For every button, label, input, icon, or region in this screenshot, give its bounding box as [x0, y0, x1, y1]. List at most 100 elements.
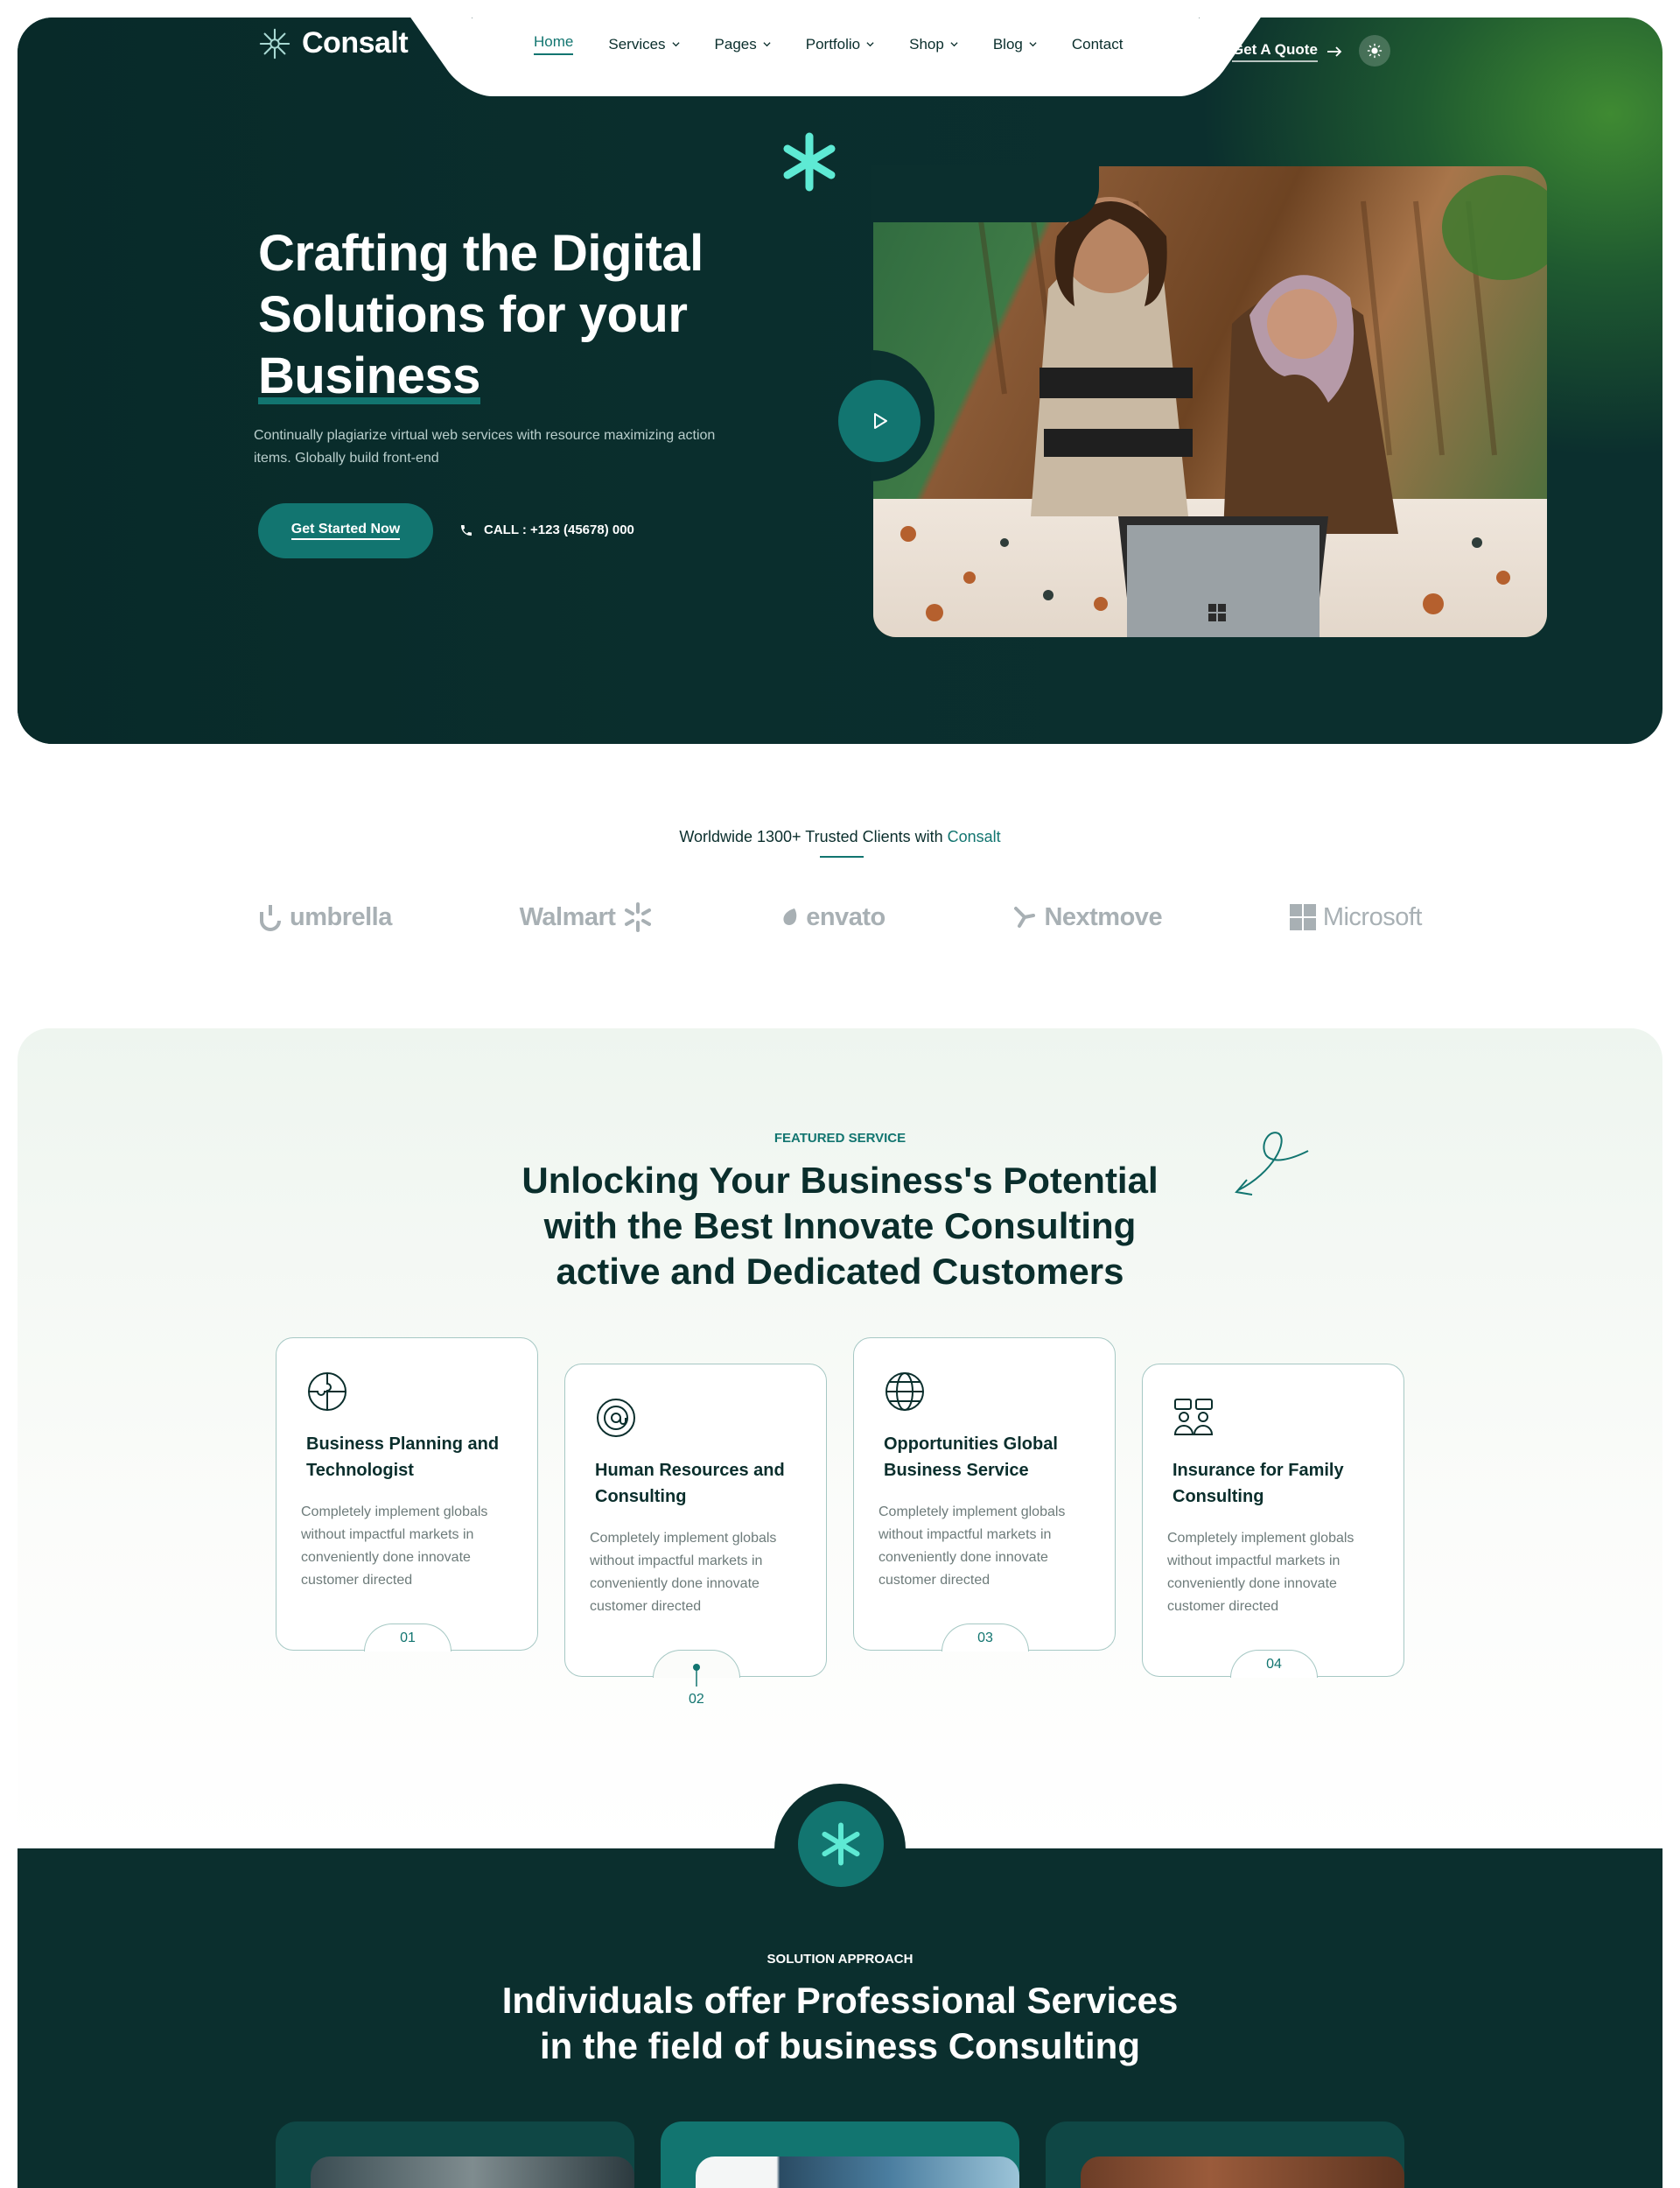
play-icon — [874, 413, 887, 429]
solution-title: Individuals offer Professional Services … — [501, 1980, 1179, 2066]
get-started-button[interactable]: Get Started Now — [258, 503, 433, 558]
team-chat-icon — [1173, 1399, 1214, 1435]
solution-card-1[interactable] — [276, 2121, 634, 2188]
curly-arrow-icon — [1235, 1132, 1309, 1196]
service-card-text: Completely implement globals without imp… — [1167, 1531, 1354, 1614]
solution-card-image — [696, 2156, 1019, 2188]
pin-marker-icon — [693, 1664, 700, 1687]
photo-notch — [872, 165, 1099, 222]
nav-services[interactable]: Services — [608, 33, 680, 55]
solution-card-image — [1081, 2156, 1404, 2188]
brand-umbrella-text: umbrella — [290, 902, 392, 931]
nextmove-logo-icon — [1014, 907, 1036, 928]
brand-microsoft-text: Microsoft — [1322, 902, 1423, 931]
service-card-title: Human Resources and Consulting — [595, 1461, 785, 1506]
nav-home-label: Home — [534, 33, 574, 50]
nav-pages-label: Pages — [714, 35, 757, 53]
asterisk-icon — [822, 1822, 860, 1866]
service-card-title: Insurance for Family Consulting — [1172, 1461, 1344, 1506]
nav-contact-label: Contact — [1071, 35, 1124, 53]
call-link[interactable]: CALL : +123 (45678) 000 — [459, 522, 634, 537]
umbrella-logo-icon — [260, 905, 281, 931]
phone-icon — [461, 524, 472, 536]
chevron-down-icon — [763, 42, 771, 47]
sun-icon — [1367, 43, 1382, 59]
nav-blog[interactable]: Blog — [993, 33, 1037, 55]
chevron-down-icon — [671, 42, 680, 47]
service-card-2[interactable]: Human Resources and Consulting Completel… — [564, 1364, 827, 1687]
asterisk-icon — [783, 132, 836, 192]
brand-walmart-text: Walmart — [519, 902, 616, 931]
solution-card-2[interactable] — [661, 2121, 1019, 2188]
services-section — [18, 1028, 1662, 1849]
hero-title-line1: Crafting the Digital — [258, 225, 704, 282]
clients-underline — [820, 856, 864, 858]
site-logo[interactable]: Consalt — [258, 26, 409, 60]
nav-portfolio[interactable]: Portfolio — [806, 33, 874, 55]
service-card-number: 02 — [689, 1692, 704, 1707]
hero-title-line3: Business — [258, 347, 480, 404]
globe-icon — [886, 1372, 924, 1411]
arrow-right-icon — [1326, 46, 1342, 57]
service-card-number: 01 — [400, 1630, 416, 1645]
clients-title: Worldwide 1300+ Trusted Clients with Con… — [0, 828, 1680, 846]
nav-home[interactable]: Home — [534, 33, 574, 55]
nav-blog-label: Blog — [992, 35, 1023, 53]
service-card-title: Business Planning and Technologist — [306, 1434, 500, 1480]
services-eyebrow: FEATURED SERVICE — [774, 1131, 906, 1146]
service-card-title: Opportunities Global Business Service — [884, 1434, 1058, 1480]
solution-card-image — [311, 2156, 634, 2188]
envato-leaf-icon — [783, 908, 797, 925]
chevron-down-icon — [1029, 42, 1037, 47]
call-text: CALL : +123 (45678) 000 — [484, 522, 634, 537]
brand-nextmove: Nextmove — [1012, 902, 1163, 932]
nav-services-label: Services — [608, 35, 666, 53]
chevron-down-icon — [866, 42, 874, 47]
service-card-text: Completely implement globals without imp… — [301, 1504, 488, 1588]
solution-card-3[interactable] — [1046, 2121, 1404, 2188]
nav-portfolio-label: Portfolio — [805, 35, 861, 53]
walmart-spark-icon — [625, 902, 652, 932]
services-title: Unlocking Your Business's Potential with… — [522, 1160, 1158, 1292]
clients-title-prefix: Worldwide 1300+ Trusted Clients with — [679, 828, 948, 845]
at-sign-icon — [597, 1399, 635, 1437]
brand-walmart: Walmart — [520, 901, 654, 933]
brand-umbrella: umbrella — [258, 903, 392, 932]
nav-shop[interactable]: Shop — [909, 33, 958, 55]
get-started-label: Get Started Now — [290, 522, 401, 540]
brand-nextmove-text: Nextmove — [1044, 902, 1163, 931]
main-nav: Home Services Pages Portfolio Shop Blog … — [534, 33, 1123, 55]
nav-shop-label: Shop — [909, 35, 944, 53]
nav-pages[interactable]: Pages — [715, 33, 771, 55]
service-card-number: 03 — [977, 1630, 993, 1645]
brand-envato: envato — [781, 902, 886, 932]
service-card-1[interactable]: Business Planning and Technologist Compl… — [276, 1337, 538, 1652]
service-card-text: Completely implement globals without imp… — [590, 1531, 777, 1614]
theme-toggle-button[interactable] — [1359, 35, 1390, 67]
logo-asterisk-icon — [259, 28, 290, 59]
puzzle-icon — [308, 1372, 346, 1411]
nav-contact[interactable]: Contact — [1072, 33, 1124, 55]
get-quote-button[interactable]: Get A Quote — [1232, 41, 1342, 62]
solution-badge — [798, 1801, 884, 1887]
hero-title: Crafting the Digital Solutions for your … — [258, 223, 748, 407]
hero-subtitle: Continually plagiarize virtual web servi… — [254, 428, 716, 466]
hero-illustration — [873, 175, 1547, 637]
logo-text: Consalt — [302, 26, 409, 60]
service-card-4[interactable]: Insurance for Family Consulting Complete… — [1142, 1364, 1404, 1678]
solution-eyebrow: SOLUTION APPROACH — [766, 1952, 914, 1967]
service-card-text: Completely implement globals without imp… — [878, 1504, 1066, 1588]
hero-photo — [872, 165, 1547, 637]
service-card-3[interactable]: Opportunities Global Business Service Co… — [853, 1337, 1116, 1652]
chevron-down-icon — [950, 42, 958, 47]
hero-image — [873, 166, 1547, 637]
play-video-button[interactable] — [838, 380, 920, 462]
service-card-number: 04 — [1266, 1657, 1282, 1672]
get-quote-label: Get A Quote — [1232, 41, 1318, 62]
brand-envato-text: envato — [806, 902, 886, 931]
nav-notch — [472, 18, 1199, 96]
clients-title-highlight: Consalt — [947, 828, 1001, 845]
microsoft-logo-icon — [1289, 904, 1316, 930]
brand-microsoft: Microsoft — [1289, 902, 1423, 932]
hero-title-line2: Solutions for your — [258, 286, 688, 343]
